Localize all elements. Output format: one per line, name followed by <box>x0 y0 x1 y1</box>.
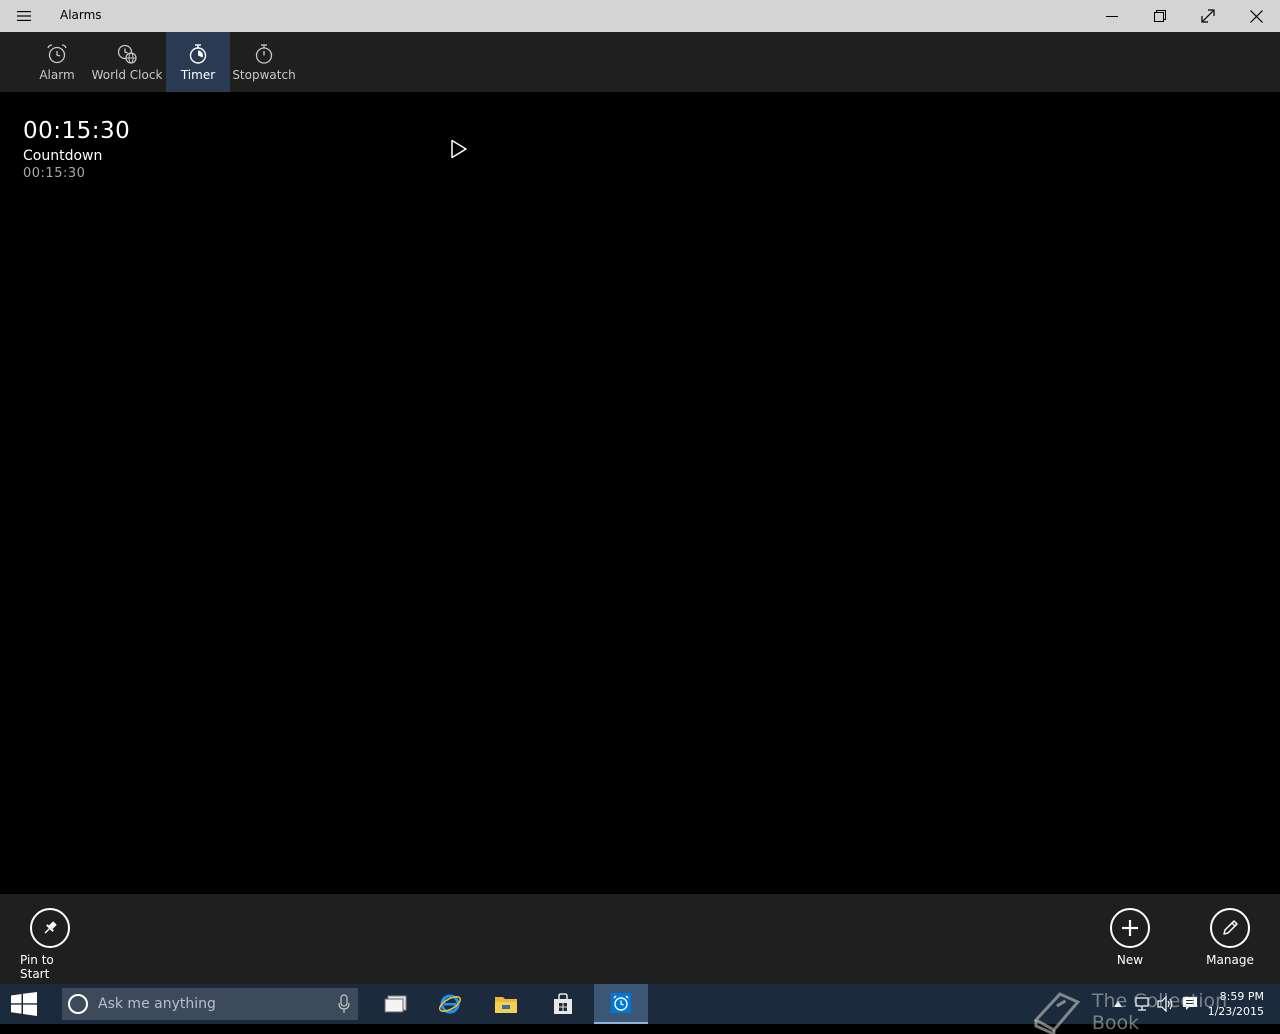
task-view-icon <box>384 995 407 1013</box>
system-tray: 8:59 PM 1/23/2015 <box>1106 984 1280 1024</box>
minimize-icon <box>1106 16 1118 17</box>
tab-timer-label: Timer <box>180 68 216 82</box>
world-clock-icon <box>115 42 139 66</box>
window-controls <box>1088 0 1280 32</box>
tab-timer[interactable]: Timer <box>166 32 230 92</box>
hamburger-menu-button[interactable] <box>8 0 40 32</box>
new-circle <box>1110 908 1150 948</box>
timer-icon <box>186 42 210 66</box>
pin-to-start-label: Pin to Start <box>20 953 54 981</box>
speaker-icon <box>1156 996 1172 1012</box>
pin-to-start-button[interactable]: Pin to Start <box>20 908 80 981</box>
tab-alarm-label: Alarm <box>39 68 75 82</box>
navigation-tabs: Alarm World Clock Timer Stopwatch <box>0 32 1280 92</box>
taskbar-clock[interactable]: 8:59 PM 1/23/2015 <box>1202 989 1280 1019</box>
timer-duration: 00:15:30 <box>23 166 86 181</box>
cortana-circle-icon <box>68 994 88 1014</box>
network-icon <box>1134 997 1149 1011</box>
pin-icon <box>44 921 57 934</box>
plus-icon <box>1122 920 1138 936</box>
pencil-icon <box>1223 920 1238 935</box>
notification-icon <box>1182 997 1197 1010</box>
clock-date: 1/23/2015 <box>1207 1005 1264 1018</box>
taskbar: Ask me anything 8:59 PM 1/23/2015 <box>0 984 1280 1024</box>
taskbar-alarms[interactable] <box>594 984 648 1024</box>
tab-stopwatch[interactable]: Stopwatch <box>232 32 296 92</box>
timer-list: 00:15:30 Countdown 00:15:30 <box>0 92 1280 894</box>
taskbar-file-explorer[interactable] <box>479 984 533 1024</box>
search-placeholder: Ask me anything <box>98 996 216 1012</box>
new-timer-button[interactable]: New <box>1100 908 1160 967</box>
microphone-icon[interactable] <box>338 994 350 1018</box>
show-hidden-icons-button[interactable] <box>1106 984 1130 1024</box>
chevron-up-icon <box>1113 1001 1122 1007</box>
stopwatch-icon <box>252 42 276 66</box>
alarm-clock-icon <box>45 42 69 66</box>
expand-diagonal-icon <box>1201 9 1215 23</box>
taskbar-task-view[interactable] <box>369 984 423 1024</box>
windows-logo-icon <box>11 992 37 1016</box>
timer-remaining-time: 00:15:30 <box>23 118 131 144</box>
timer-item[interactable]: 00:15:30 Countdown 00:15:30 <box>23 118 130 181</box>
manage-circle <box>1210 908 1250 948</box>
play-icon <box>451 139 467 159</box>
action-center-button[interactable] <box>1178 984 1202 1024</box>
folder-icon <box>495 997 517 1013</box>
timer-play-button[interactable] <box>446 136 472 162</box>
window-title: Alarms <box>60 8 102 22</box>
new-label: New <box>1116 953 1144 967</box>
store-bag-icon <box>554 993 572 1014</box>
app-bar: Pin to Start New Manage <box>0 894 1280 984</box>
restore-icon <box>1154 10 1166 22</box>
manage-button[interactable]: Manage <box>1200 908 1260 967</box>
tab-world-clock-label: World Clock <box>91 68 163 82</box>
alarms-app-icon <box>611 993 631 1013</box>
timer-name: Countdown <box>23 148 103 164</box>
pin-circle <box>30 908 70 948</box>
minimize-button[interactable] <box>1088 0 1136 32</box>
hamburger-icon <box>17 11 31 21</box>
close-button[interactable] <box>1232 0 1280 32</box>
title-bar: Alarms <box>0 0 1280 32</box>
close-icon <box>1249 9 1263 23</box>
taskbar-internet-explorer[interactable] <box>423 984 477 1024</box>
clock-time: 8:59 PM <box>1219 990 1264 1003</box>
cortana-search-box[interactable]: Ask me anything <box>62 988 358 1020</box>
manage-label: Manage <box>1206 953 1254 967</box>
restore-button[interactable] <box>1136 0 1184 32</box>
taskbar-store[interactable] <box>536 984 590 1024</box>
internet-explorer-icon <box>438 994 462 1014</box>
network-button[interactable] <box>1130 984 1154 1024</box>
start-button[interactable] <box>0 984 48 1024</box>
full-screen-button[interactable] <box>1184 0 1232 32</box>
tab-alarm[interactable]: Alarm <box>30 32 84 92</box>
tab-world-clock[interactable]: World Clock <box>88 32 166 92</box>
tab-stopwatch-label: Stopwatch <box>232 68 296 82</box>
volume-button[interactable] <box>1154 984 1178 1024</box>
